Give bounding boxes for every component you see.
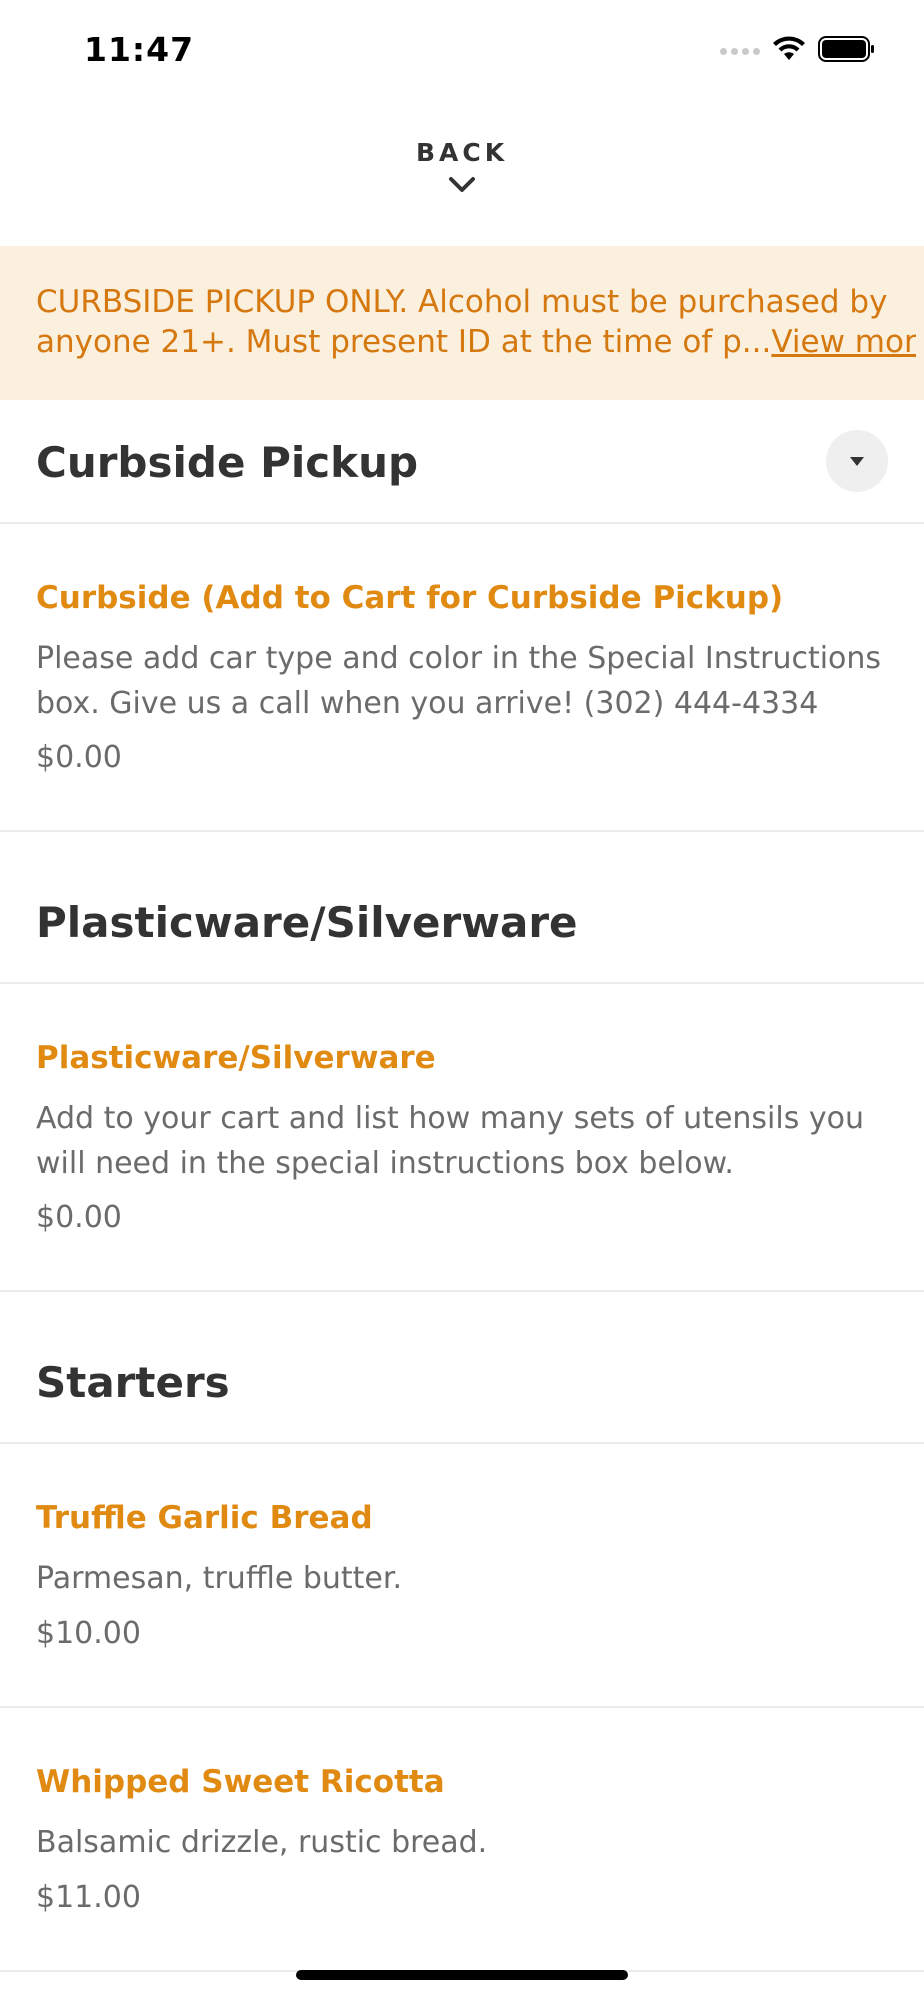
notice-banner: CURBSIDE PICKUP ONLY. Alcohol must be pu… [0, 246, 924, 400]
section-title: Starters [36, 1358, 230, 1407]
item-description: Parmesan, truffle butter. [36, 1561, 402, 1596]
wifi-icon [772, 36, 806, 66]
caret-down-icon [850, 457, 864, 466]
top-header: BACK [0, 100, 924, 246]
item-price: $11.00 [36, 1880, 141, 1915]
section-title: Plasticware/Silverware [36, 898, 578, 947]
section-title: Curbside Pickup [36, 438, 419, 487]
item-name: Whipped Sweet Ricotta [36, 1764, 445, 1800]
battery-icon [818, 35, 876, 67]
collapse-toggle-button[interactable] [826, 430, 888, 492]
cellular-signal-icon [720, 47, 760, 55]
item-price: $0.00 [36, 740, 122, 775]
section-header-starters: Starters [0, 1292, 924, 1444]
back-label: BACK [415, 138, 509, 167]
item-description: Add to your cart and list how many sets … [36, 1101, 865, 1181]
menu-item-curbside[interactable]: Curbside (Add to Cart for Curbside Picku… [0, 524, 924, 832]
menu-item-whipped-sweet-ricotta[interactable]: Whipped Sweet Ricotta Balsamic drizzle, … [0, 1708, 924, 1972]
status-icons [720, 36, 876, 66]
section-header-curbside: Curbside Pickup [0, 400, 924, 524]
notice-line-1: CURBSIDE PICKUP ONLY. Alcohol must be pu… [36, 284, 888, 320]
menu-item-truffle-garlic-bread[interactable]: Truffle Garlic Bread Parmesan, truffle b… [0, 1444, 924, 1708]
status-bar: 11:47 [0, 0, 924, 100]
item-price: $10.00 [36, 1616, 141, 1651]
notice-line-2: anyone 21+. Must present ID at the time … [36, 322, 916, 362]
item-description: Please add car type and color in the Spe… [36, 641, 882, 721]
section-header-plasticware: Plasticware/Silverware [0, 832, 924, 984]
item-price: $0.00 [36, 1200, 122, 1235]
menu-item-plasticware[interactable]: Plasticware/Silverware Add to your cart … [0, 984, 924, 1292]
notice-line-2-text: anyone 21+. Must present ID at the time … [36, 324, 772, 360]
back-button[interactable]: BACK [362, 138, 562, 228]
status-time: 11:47 [84, 30, 195, 69]
item-name: Plasticware/Silverware [36, 1040, 436, 1076]
view-more-link[interactable]: View more [771, 324, 916, 360]
notice-text: CURBSIDE PICKUP ONLY. Alcohol must be pu… [36, 282, 916, 362]
chevron-down-icon [448, 176, 476, 198]
item-name: Truffle Garlic Bread [36, 1500, 373, 1536]
item-name: Curbside (Add to Cart for Curbside Picku… [36, 580, 784, 616]
item-description: Balsamic drizzle, rustic bread. [36, 1825, 488, 1860]
home-indicator[interactable] [296, 1970, 628, 1980]
